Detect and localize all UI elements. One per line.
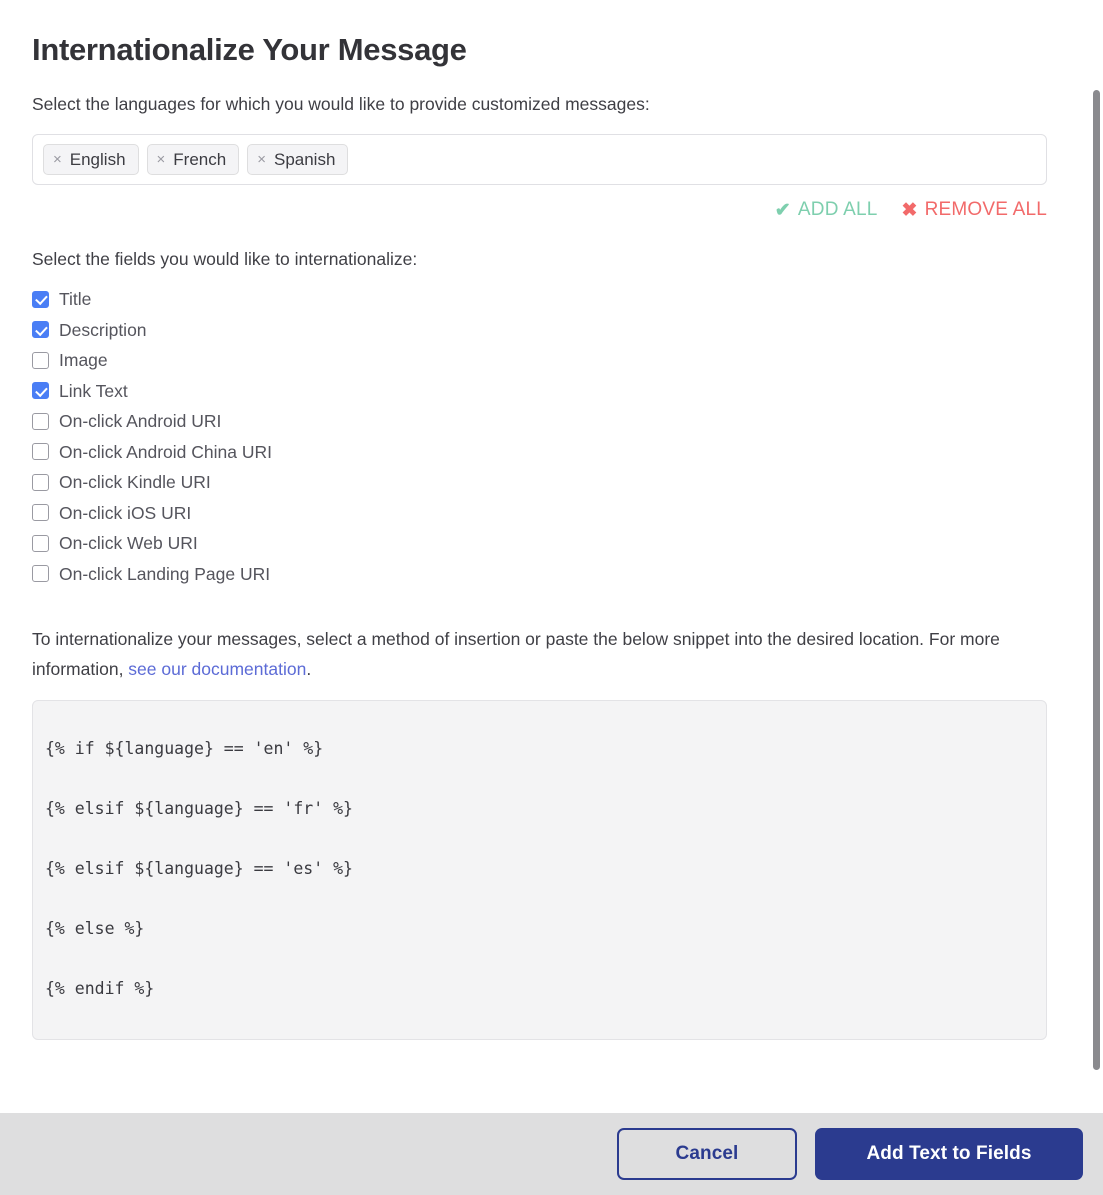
- checkbox-checked-icon[interactable]: [32, 321, 49, 338]
- checkbox-unchecked-icon[interactable]: [32, 412, 49, 430]
- check-icon: ✔: [774, 199, 791, 221]
- code-line: {% else %}: [45, 918, 145, 938]
- code-line: {% elsif ${language} == 'fr' %}: [45, 798, 353, 818]
- modal-scroll-body: Internationalize Your Message Select the…: [0, 0, 1103, 1113]
- field-label: On-click Kindle URI: [59, 472, 211, 492]
- cancel-button[interactable]: Cancel: [617, 1128, 797, 1180]
- bulk-actions: ✔ ADD ALL ✖ REMOVE ALL: [32, 199, 1047, 221]
- code-snippet-box[interactable]: {% if ${language} == 'en' %} {% elsif ${l…: [32, 699, 1047, 1040]
- languages-label: Select the languages for which you would…: [32, 94, 650, 114]
- checkbox-unchecked-icon[interactable]: [32, 351, 49, 369]
- checkbox-unchecked-icon[interactable]: [32, 534, 49, 552]
- field-label: On-click Android URI: [59, 411, 222, 431]
- remove-token-icon[interactable]: ×: [157, 152, 166, 167]
- field-label: On-click Landing Page URI: [59, 563, 271, 584]
- checkbox-unchecked-icon[interactable]: [32, 443, 49, 460]
- code-line: {% elsif ${language} == 'es' %}: [45, 858, 353, 878]
- language-token-label: French: [173, 149, 227, 169]
- snippet-intro: To internationalize your messages, selec…: [32, 624, 1032, 684]
- field-label: Description: [59, 319, 147, 340]
- field-label: On-click Android China URI: [59, 441, 272, 462]
- remove-token-icon[interactable]: ×: [257, 152, 266, 167]
- field-row[interactable]: On-click Landing Page URI: [32, 562, 1048, 586]
- snippet-intro-text-after: .: [306, 658, 312, 679]
- code-line: {% if ${language} == 'en' %}: [45, 738, 324, 758]
- documentation-link[interactable]: see our documentation: [128, 659, 306, 679]
- field-row[interactable]: On-click Android URI: [32, 409, 1048, 433]
- field-label: Image: [59, 350, 108, 370]
- checkbox-checked-icon[interactable]: [32, 382, 49, 399]
- field-label: On-click Web URI: [59, 533, 198, 553]
- language-token-input[interactable]: × English × French × Spanish: [32, 134, 1047, 185]
- remove-token-icon[interactable]: ×: [53, 152, 62, 167]
- page-title: Internationalize Your Message: [32, 32, 467, 67]
- checkbox-unchecked-icon[interactable]: [32, 473, 49, 491]
- checkbox-checked-icon[interactable]: [32, 290, 49, 308]
- remove-all-label: REMOVE ALL: [924, 199, 1047, 220]
- checkbox-unchecked-icon[interactable]: [32, 565, 49, 582]
- field-row[interactable]: On-click iOS URI: [32, 501, 1048, 525]
- internationalize-modal: Internationalize Your Message Select the…: [0, 0, 1103, 1195]
- field-label: Title: [59, 289, 92, 309]
- language-token-label: Spanish: [273, 149, 336, 169]
- field-row[interactable]: Title: [32, 287, 1048, 311]
- cross-icon: ✖: [901, 199, 918, 221]
- field-row[interactable]: Description: [32, 318, 1048, 342]
- language-token-spanish[interactable]: × Spanish: [247, 144, 349, 175]
- language-token-label: English: [69, 149, 126, 169]
- scrollbar-track[interactable]: [1091, 0, 1103, 1113]
- field-label: On-click iOS URI: [59, 502, 192, 523]
- remove-all-button[interactable]: ✖ REMOVE ALL: [901, 199, 1047, 221]
- field-row[interactable]: Image: [32, 348, 1048, 372]
- scrollbar-thumb[interactable]: [1093, 90, 1100, 1070]
- language-token-french[interactable]: × French: [146, 144, 240, 175]
- field-row[interactable]: On-click Android China URI: [32, 440, 1048, 464]
- modal-footer: Cancel Add Text to Fields: [0, 1113, 1103, 1195]
- language-token-english[interactable]: × English: [43, 144, 139, 175]
- checkbox-unchecked-icon[interactable]: [32, 504, 49, 521]
- add-all-button[interactable]: ✔ ADD ALL: [775, 199, 878, 221]
- fields-label: Select the fields you would like to inte…: [32, 249, 418, 269]
- code-line: {% endif %}: [45, 978, 155, 998]
- field-row[interactable]: On-click Web URI: [32, 531, 1048, 555]
- add-text-to-fields-button[interactable]: Add Text to Fields: [815, 1128, 1083, 1180]
- field-label: Link Text: [59, 380, 128, 401]
- add-all-label: ADD ALL: [797, 199, 878, 220]
- field-row[interactable]: On-click Kindle URI: [32, 470, 1048, 494]
- fields-checkbox-list: Title Description Image Link Text On-click A…: [32, 287, 1048, 586]
- field-row[interactable]: Link Text: [32, 379, 1048, 403]
